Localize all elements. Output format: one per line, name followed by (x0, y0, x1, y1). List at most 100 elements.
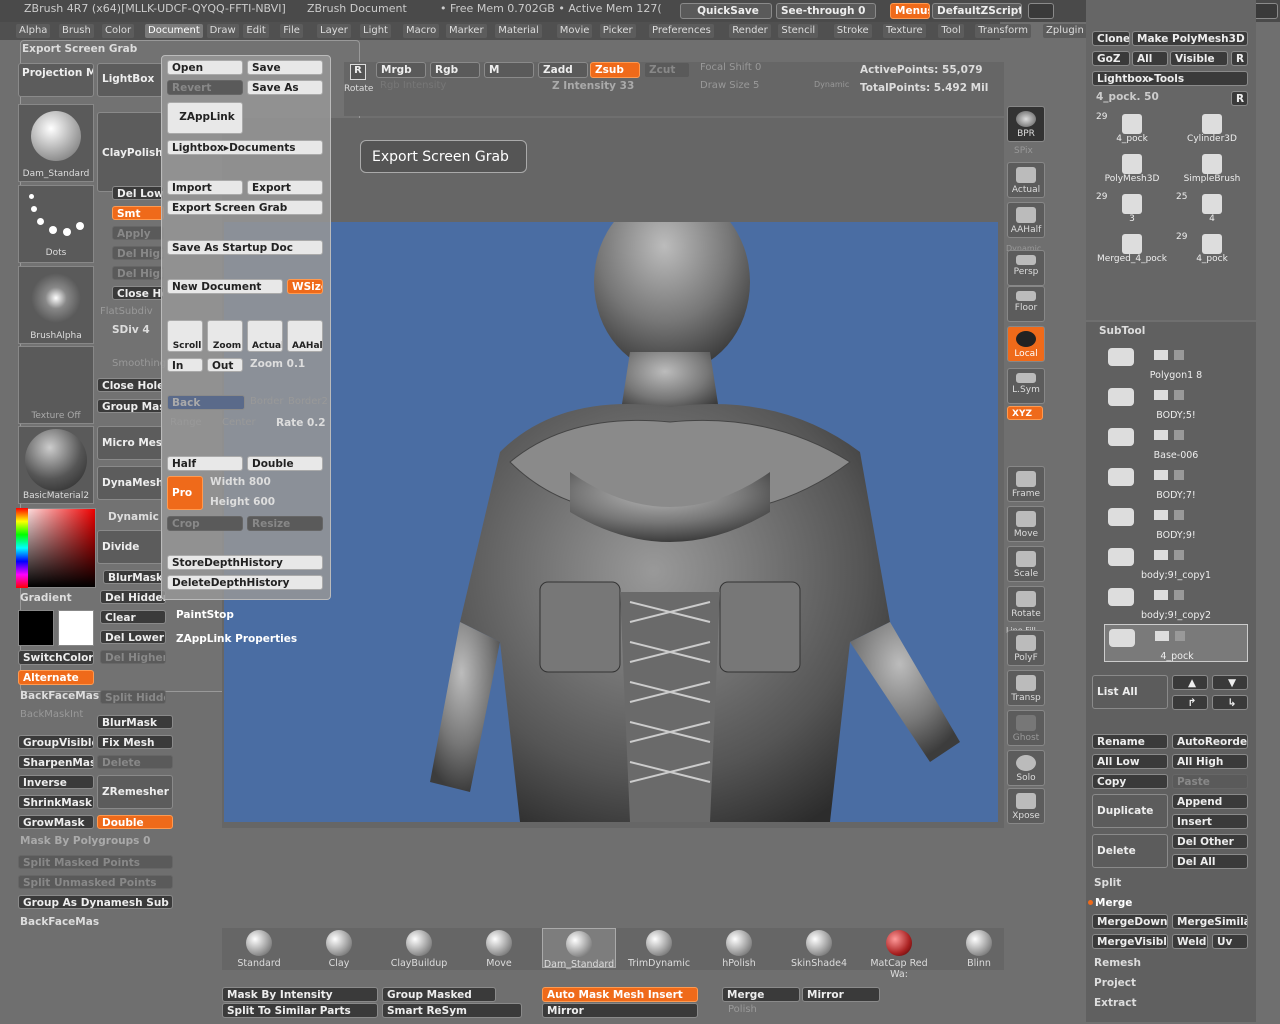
visible-button[interactable]: Visible (1170, 51, 1228, 66)
growmask-button[interactable]: GrowMask (18, 815, 94, 829)
mergesimilar-button[interactable]: MergeSimilar (1172, 914, 1248, 929)
color-picker[interactable] (16, 508, 96, 588)
local-button[interactable]: Local (1007, 326, 1045, 362)
quicksave-button[interactable]: QuickSave (680, 3, 772, 19)
menu-brush[interactable]: Brush (59, 24, 94, 38)
split-menu[interactable]: Split (1094, 877, 1121, 889)
zapplink-button[interactable]: ZAppLink (167, 102, 243, 134)
dynamesh-button[interactable]: DynaMesh (97, 466, 163, 500)
menus-toggle[interactable]: Menus (890, 3, 930, 19)
menu-marker[interactable]: Marker (446, 24, 487, 38)
texture-thumbnail[interactable]: Texture Off (18, 346, 94, 424)
visibility-toggle-icon[interactable] (1154, 590, 1244, 600)
tool-slider[interactable]: 4_pock. 50 (1096, 91, 1159, 103)
solo-button[interactable]: Solo (1007, 750, 1045, 786)
visibility-toggle-icon[interactable] (1154, 390, 1244, 400)
menu-transform[interactable]: Transform (975, 24, 1031, 38)
mrgb-button[interactable]: Mrgb (376, 62, 426, 78)
transp-button[interactable]: Transp (1007, 670, 1045, 706)
paintstop-menu[interactable]: PaintStop (176, 609, 234, 621)
menu-movie[interactable]: Movie (556, 24, 593, 38)
width-slider[interactable]: Width 800 (210, 476, 271, 488)
groupvisible-button[interactable]: GroupVisible (18, 735, 94, 749)
brush-hpolish[interactable]: hPolish (702, 928, 776, 969)
paste-button[interactable]: Paste (1172, 774, 1248, 789)
flatsubdiv-slider[interactable]: FlatSubdiv (100, 306, 153, 317)
layout-icon[interactable] (1028, 3, 1054, 19)
save-as-button[interactable]: Save As (247, 80, 323, 95)
mirror-button[interactable]: Mirror (802, 987, 880, 1002)
actual-view-button[interactable]: Actual (1007, 162, 1045, 198)
blurmask-button[interactable]: BlurMask (97, 715, 173, 729)
alpha-thumbnail[interactable]: BrushAlpha (18, 266, 94, 344)
projection-master-button[interactable]: Projection Master (18, 63, 94, 97)
rgb-button[interactable]: Rgb (430, 62, 480, 78)
append-button[interactable]: Append (1172, 794, 1248, 809)
brush-matcap-red-wa-[interactable]: MatCap Red Wa: (862, 928, 936, 980)
tool-item[interactable]: 25 4 (1174, 192, 1250, 230)
new-document-button[interactable]: New Document (167, 279, 283, 294)
subtool-row[interactable]: BODY;7! (1104, 464, 1248, 502)
brush-standard[interactable]: Standard (222, 928, 296, 969)
menu-texture[interactable]: Texture (883, 24, 926, 38)
autoreorder-button[interactable]: AutoReorder (1172, 734, 1248, 749)
mergedown-button[interactable]: MergeDown (1092, 914, 1168, 929)
visibility-toggle-icon[interactable] (1154, 510, 1244, 520)
xpose-button[interactable]: Xpose (1007, 788, 1045, 824)
tool-item[interactable]: Cylinder3D (1174, 112, 1250, 150)
save-button[interactable]: Save (247, 60, 323, 75)
focal-shift-slider[interactable]: Focal Shift 0 (700, 62, 761, 73)
all-button[interactable]: All (1132, 51, 1168, 66)
spix-slider[interactable]: SPix (1014, 146, 1033, 156)
pro-toggle[interactable]: Pro (167, 476, 203, 510)
tool-item[interactable]: PolyMesh3D (1094, 152, 1170, 190)
visibility-toggle-icon[interactable] (1154, 470, 1244, 480)
main-color-swatch[interactable] (18, 610, 54, 646)
persp-button[interactable]: Persp (1007, 250, 1045, 286)
height-slider[interactable]: Height 600 (210, 496, 275, 508)
apply-button[interactable]: Apply (112, 226, 164, 240)
dynamic-toggle[interactable]: Dynamic (814, 80, 849, 89)
inverse-button[interactable]: Inverse (18, 775, 94, 789)
brush-blinn[interactable]: Blinn (942, 928, 1016, 969)
save-as-startup-doc-button[interactable]: Save As Startup Doc (167, 240, 323, 255)
zcut-button[interactable]: Zcut (644, 62, 690, 78)
draw-size-slider[interactable]: Draw Size 5 (700, 80, 759, 91)
m-button[interactable]: M (484, 62, 534, 78)
double-toggle[interactable]: Double (97, 815, 173, 829)
switchcolor-button[interactable]: SwitchColor (18, 650, 94, 665)
tool-item[interactable]: Merged_4_pock (1094, 232, 1170, 270)
group-as-dynamesh-sub-button[interactable]: Group As Dynamesh Sub (18, 895, 173, 909)
delete-depth-history-button[interactable]: DeleteDepthHistory (167, 575, 323, 590)
brush-skinshade4[interactable]: SkinShade4 (782, 928, 856, 969)
mask-by-intensity-button[interactable]: Mask By Intensity (222, 987, 378, 1002)
import-button[interactable]: Import (167, 180, 243, 195)
lsym-button[interactable]: L.Sym (1007, 368, 1045, 404)
r-button[interactable]: R (1231, 51, 1248, 66)
border-button[interactable]: Border (250, 396, 284, 407)
brush-trimdynamic[interactable]: TrimDynamic (622, 928, 696, 969)
group-mask-button[interactable]: Group Mask (97, 399, 163, 413)
menu-file[interactable]: File (280, 24, 303, 38)
del-high-button[interactable]: Del High (112, 246, 164, 260)
brush-clay[interactable]: Clay (302, 928, 376, 969)
auto-mask-mesh-insert-toggle[interactable]: Auto Mask Mesh Insert (542, 987, 698, 1002)
double-button[interactable]: Double (247, 456, 323, 471)
make-polymesh3d-button[interactable]: Make PolyMesh3D (1132, 31, 1248, 46)
split-hidden-button[interactable]: Split Hidden (100, 690, 166, 704)
store-depth-history-button[interactable]: StoreDepthHistory (167, 555, 323, 570)
project-menu[interactable]: Project (1094, 977, 1136, 989)
aahalf-view-button[interactable]: AAHalf (1007, 202, 1045, 238)
smt-toggle[interactable]: Smt (112, 206, 164, 220)
zoom-out-button[interactable]: Out (207, 358, 243, 372)
range-slider[interactable]: Range (170, 417, 202, 428)
rename-button[interactable]: Rename (1092, 734, 1168, 749)
menu-alpha[interactable]: Alpha (16, 24, 51, 38)
visibility-toggle-icon[interactable] (1154, 430, 1244, 440)
menu-material[interactable]: Material (495, 24, 542, 38)
group-masked-button[interactable]: Group Masked (382, 987, 496, 1002)
weld-button[interactable]: Weld (1172, 934, 1208, 949)
mirror2-button[interactable]: Mirror (542, 1003, 698, 1018)
menu-document[interactable]: Document (145, 24, 203, 38)
tool-item[interactable]: SimpleBrush (1174, 152, 1250, 190)
